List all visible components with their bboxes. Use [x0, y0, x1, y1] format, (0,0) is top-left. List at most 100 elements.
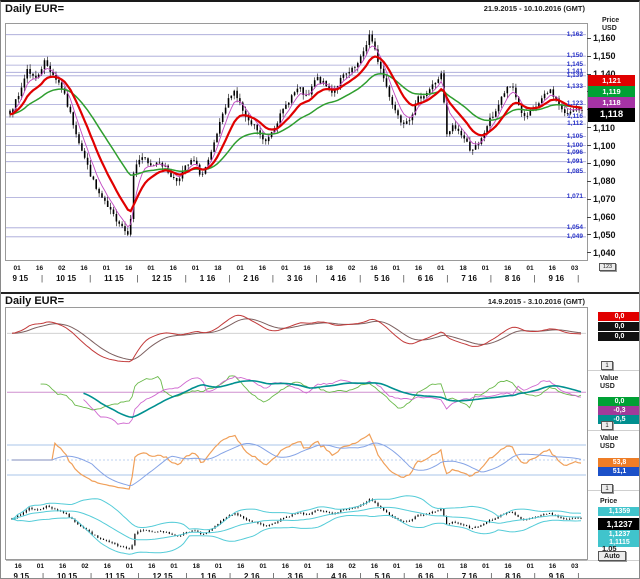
x-tick-label: 16 [80, 265, 87, 272]
x-tick-label: 01 [215, 563, 222, 570]
x-month-label: 11 15 [105, 572, 125, 579]
y-axis-tick-label: 1,040 [593, 248, 616, 258]
price-level-label: 1,071 [557, 193, 583, 200]
x-tick-label: 16 [259, 265, 266, 272]
x-month-separator: | [403, 572, 405, 579]
y-axis-tick-label: 1,070 [593, 194, 616, 204]
x-month-label: 8 16 [505, 572, 521, 579]
auto-scale-button[interactable]: Auto [598, 551, 626, 561]
x-tick-label: 01 [482, 265, 489, 272]
roc-axis-title: ValueUSD [600, 375, 618, 391]
x-month-separator: | [185, 572, 187, 579]
y-axis-tick-mark [587, 127, 591, 128]
roc-panel[interactable] [7, 370, 586, 430]
price-level-label: 1,100 [557, 142, 583, 149]
panel-separator-axis [587, 430, 640, 431]
price-badge: 1,119 [588, 86, 635, 97]
x-axis-month-row: 9 15|10 15|11 15|12 15|1 16|2 16|3 16|4 … [7, 571, 586, 579]
macd-panel[interactable] [7, 307, 586, 370]
x-tick-label: 01 [170, 563, 177, 570]
rsi-value-badge: 53,8 [598, 458, 640, 467]
x-month-label: 2 16 [244, 572, 260, 579]
bband-value-badge: 1,1359 [598, 507, 640, 516]
x-tick-label: 16 [371, 563, 378, 570]
x-month-label: 12 15 [152, 274, 172, 283]
rsi-axis-title: ValueUSD [600, 435, 618, 451]
x-month-separator: | [403, 274, 405, 283]
x-month-label: 9 16 [549, 572, 565, 579]
panel-link-button[interactable]: 1 [601, 421, 613, 430]
x-tick-label: 02 [81, 563, 88, 570]
x-month-separator: | [229, 572, 231, 579]
axis-title-line: Price [600, 498, 617, 506]
x-tick-label: 01 [393, 563, 400, 570]
x-month-separator: | [89, 274, 91, 283]
roc-value-badge: -0,3 [598, 406, 640, 415]
y-axis-tick-mark [587, 163, 591, 164]
y-axis-tick-mark [587, 145, 591, 146]
x-month-separator: | [228, 274, 230, 283]
x-tick-label: 16 [36, 265, 43, 272]
bottom-chart-date-range: 14.9.2015 - 3.10.2016 (GMT) [488, 297, 585, 306]
x-month-label: 10 15 [56, 274, 76, 283]
axis-title-line: Value [600, 435, 618, 443]
x-tick-label: 16 [370, 265, 377, 272]
panel-separator [6, 560, 587, 561]
x-month-separator: | [316, 572, 318, 579]
price-level-label: 1,150 [557, 52, 583, 59]
price-level-label: 1,105 [557, 133, 583, 140]
bband-value-badge: 1,1237 [598, 518, 640, 530]
bband-axis-title: Price [600, 498, 617, 506]
roc-value-badge: 0,0 [598, 397, 640, 406]
x-month-label: 5 16 [375, 572, 391, 579]
x-tick-label: 01 [259, 563, 266, 570]
price-level-label: 1,116 [557, 113, 583, 120]
x-tick-label: 01 [281, 265, 288, 272]
x-tick-label: 18 [460, 563, 467, 570]
section-divider [1, 292, 640, 294]
x-month-label: 6 16 [418, 572, 434, 579]
y-axis-tick-mark [587, 252, 591, 253]
panel-link-button[interactable]: 1 [601, 361, 613, 370]
price-level-label: 1,123 [557, 100, 583, 107]
axis-title-line: USD [600, 443, 618, 451]
x-month-separator: | [41, 274, 43, 283]
x-tick-label: 18 [214, 265, 221, 272]
x-month-label: 11 15 [104, 274, 124, 283]
price-level-label: 1,091 [557, 158, 583, 165]
x-tick-label: 16 [237, 563, 244, 570]
bband-panel[interactable] [7, 490, 586, 560]
y-axis-tick-label: 1,110 [593, 123, 615, 133]
x-month-separator: | [137, 274, 139, 283]
x-tick-label: 16 [504, 563, 511, 570]
x-tick-label: 18 [459, 265, 466, 272]
x-tick-label: 18 [326, 563, 333, 570]
x-month-label: 1 16 [201, 572, 217, 579]
y-axis-tick-label: 1,060 [593, 212, 616, 222]
x-tick-label: 01 [14, 265, 21, 272]
x-axis-month-row: 9 15|10 15|11 15|12 15|1 16|2 16|3 16|4 … [6, 273, 586, 283]
x-month-label: 7 16 [462, 572, 478, 579]
x-tick-label: 16 [504, 265, 511, 272]
x-month-label: 9 15 [13, 572, 29, 579]
price-level-label: 1,112 [557, 120, 583, 127]
x-tick-label: 01 [438, 563, 445, 570]
price-level-label: 1,085 [557, 168, 583, 175]
x-tick-label: 02 [348, 265, 355, 272]
rsi-value-badge: 51,1 [598, 467, 640, 476]
x-tick-label: 01 [393, 265, 400, 272]
x-month-separator: | [273, 572, 275, 579]
x-month-separator: | [90, 572, 92, 579]
panel-link-button[interactable]: 1 [601, 484, 613, 493]
macd-value-badge: 0,0 [598, 332, 640, 341]
y-axis-tick-label: 1,100 [593, 141, 616, 151]
rsi-panel[interactable] [7, 430, 586, 490]
axis-title-line: USD [600, 383, 618, 391]
price-badge: 1,118 [588, 97, 635, 108]
price-level-label: 1,049 [557, 233, 583, 240]
x-month-label: 6 16 [418, 274, 434, 283]
y-axis-tick-mark [587, 217, 591, 218]
x-month-label: 1 16 [200, 274, 216, 283]
y-axis-tick-mark [587, 181, 591, 182]
y-axis-tick-mark [587, 199, 591, 200]
